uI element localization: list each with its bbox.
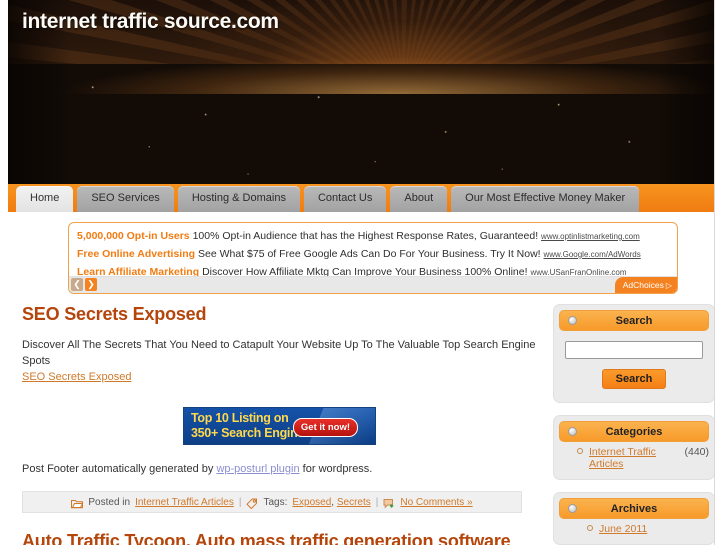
widget-search-header: Search <box>559 310 709 331</box>
nav-item-contact-us[interactable]: Contact Us <box>303 186 387 212</box>
tag-comma: , <box>331 496 335 508</box>
widget-archives-header: Archives <box>559 498 709 519</box>
post-body-link[interactable]: SEO Secrets Exposed <box>22 371 131 383</box>
folder-icon <box>71 498 84 509</box>
post-body-text: Discover All The Secrets That You Need t… <box>22 339 536 367</box>
tag-link-exposed[interactable]: Exposed <box>292 497 331 508</box>
bullet-icon <box>568 427 577 436</box>
nav-item-money-maker[interactable]: Our Most Effective Money Maker <box>451 186 640 212</box>
widget-categories: Categories Internet Traffic Articles (44… <box>553 415 714 480</box>
banner-ad-top10-listing[interactable]: Top 10 Listing on 350+ Search Engines! G… <box>183 407 376 445</box>
post-tags: Exposed, Secrets <box>292 497 370 508</box>
meta-separator-2: | <box>375 496 379 508</box>
posted-in-label: Posted in <box>88 496 131 508</box>
ad-prev-arrow-icon[interactable]: ❮ <box>71 278 83 291</box>
ad-row-1[interactable]: 5,000,000 Opt-in Users 100% Opt-in Audie… <box>69 227 677 245</box>
post-category-link[interactable]: Internet Traffic Articles <box>135 497 234 508</box>
wp-posturl-plugin-link[interactable]: wp-posturl plugin <box>216 463 299 475</box>
archives-list: June 2011 <box>559 519 709 539</box>
nav-item-seo-services[interactable]: SEO Services <box>77 186 174 212</box>
widget-search-body: Search <box>559 331 709 397</box>
tags-label: Tags: <box>263 496 288 508</box>
category-link-internet-traffic-articles[interactable]: Internet Traffic Articles <box>589 446 678 470</box>
tag-link-secrets[interactable]: Secrets <box>337 497 371 508</box>
widget-archives: Archives June 2011 <box>553 492 714 545</box>
widget-search-title: Search <box>615 315 653 327</box>
archive-link-june-2011[interactable]: June 2011 <box>599 523 647 535</box>
nav-list: Home SEO Services Hosting & Domains Cont… <box>16 186 640 212</box>
banner-ad-cta-button[interactable]: Get it now! <box>292 418 358 437</box>
search-input[interactable] <box>565 341 703 359</box>
bullet-dot-icon <box>587 525 593 531</box>
ad-row-1-title[interactable]: 5,000,000 Opt-in Users <box>77 230 190 242</box>
post-footer-note: Post Footer automatically generated by w… <box>22 463 538 475</box>
page-root: internet traffic source.com Home SEO Ser… <box>0 0 727 545</box>
adchoices-button[interactable]: AdChoices ▷ <box>614 277 677 293</box>
ad-row-2-url[interactable]: www.Google.com/AdWords <box>544 250 641 259</box>
post-body: Discover All The Secrets That You Need t… <box>22 337 538 385</box>
ad-row-2-title[interactable]: Free Online Advertising <box>77 248 195 260</box>
post-meta-bar: Posted in Internet Traffic Articles | Ta… <box>22 491 522 513</box>
page-frame: internet traffic source.com Home SEO Ser… <box>0 0 714 545</box>
tag-icon <box>246 498 258 509</box>
widget-categories-title: Categories <box>605 426 663 438</box>
adchoices-triangle-icon: ▷ <box>665 281 672 290</box>
ad-pagination: ❮ ❯ <box>71 278 97 291</box>
ad-row-2-text: See What $75 of Free Google Ads Can Do F… <box>197 248 541 260</box>
sidebar: Search Search Categories Internet Traffi… <box>553 304 714 545</box>
categories-list: Internet Traffic Articles (440) <box>559 442 709 474</box>
post-footer-prefix: Post Footer automatically generated by <box>22 463 214 475</box>
comments-link[interactable]: No Comments » <box>400 497 472 508</box>
site-header-banner: internet traffic source.com <box>8 0 714 184</box>
adchoices-label: AdChoices <box>622 280 664 290</box>
bullet-icon <box>568 504 577 513</box>
content-area: 5,000,000 Opt-in Users 100% Opt-in Audie… <box>8 212 714 545</box>
ad-row-1-url[interactable]: www.optinlistmarketing.com <box>541 232 640 241</box>
ad-row-2[interactable]: Free Online Advertising See What $75 of … <box>69 245 677 263</box>
main-column: SEO Secrets Exposed Discover All The Sec… <box>8 304 538 545</box>
post-title[interactable]: SEO Secrets Exposed <box>22 304 538 325</box>
post-title-2[interactable]: Auto Traffic Tycoon, Auto mass traffic g… <box>22 531 538 545</box>
bullet-icon <box>568 316 577 325</box>
ad-footer-bar: ❮ ❯ AdChoices ▷ <box>69 276 677 293</box>
search-button[interactable]: Search <box>601 369 667 389</box>
nav-item-about[interactable]: About <box>390 186 448 212</box>
list-item: Internet Traffic Articles (440) <box>563 446 709 470</box>
list-item: June 2011 <box>563 523 709 535</box>
widget-categories-header: Categories <box>559 421 709 442</box>
widget-search: Search Search <box>553 304 714 403</box>
category-count: (440) <box>684 446 709 458</box>
post-footer-suffix: for wordpress. <box>302 463 373 475</box>
nav-item-hosting-domains[interactable]: Hosting & Domains <box>177 186 300 212</box>
adsense-ad-block: 5,000,000 Opt-in Users 100% Opt-in Audie… <box>68 222 678 294</box>
nav-item-home[interactable]: Home <box>16 186 74 212</box>
main-navigation: Home SEO Services Hosting & Domains Cont… <box>8 184 714 212</box>
site-title: internet traffic source.com <box>22 10 279 33</box>
banner-ad-line1: Top 10 Listing on <box>191 411 289 425</box>
bullet-dot-icon <box>577 448 583 454</box>
comment-icon <box>383 498 395 509</box>
widget-archives-title: Archives <box>610 503 658 515</box>
ad-row-1-text: 100% Opt-in Audience that has the Highes… <box>192 230 539 242</box>
meta-separator-1: | <box>238 496 242 508</box>
page-right-gutter <box>714 0 727 545</box>
ad-next-arrow-icon[interactable]: ❯ <box>85 278 97 291</box>
